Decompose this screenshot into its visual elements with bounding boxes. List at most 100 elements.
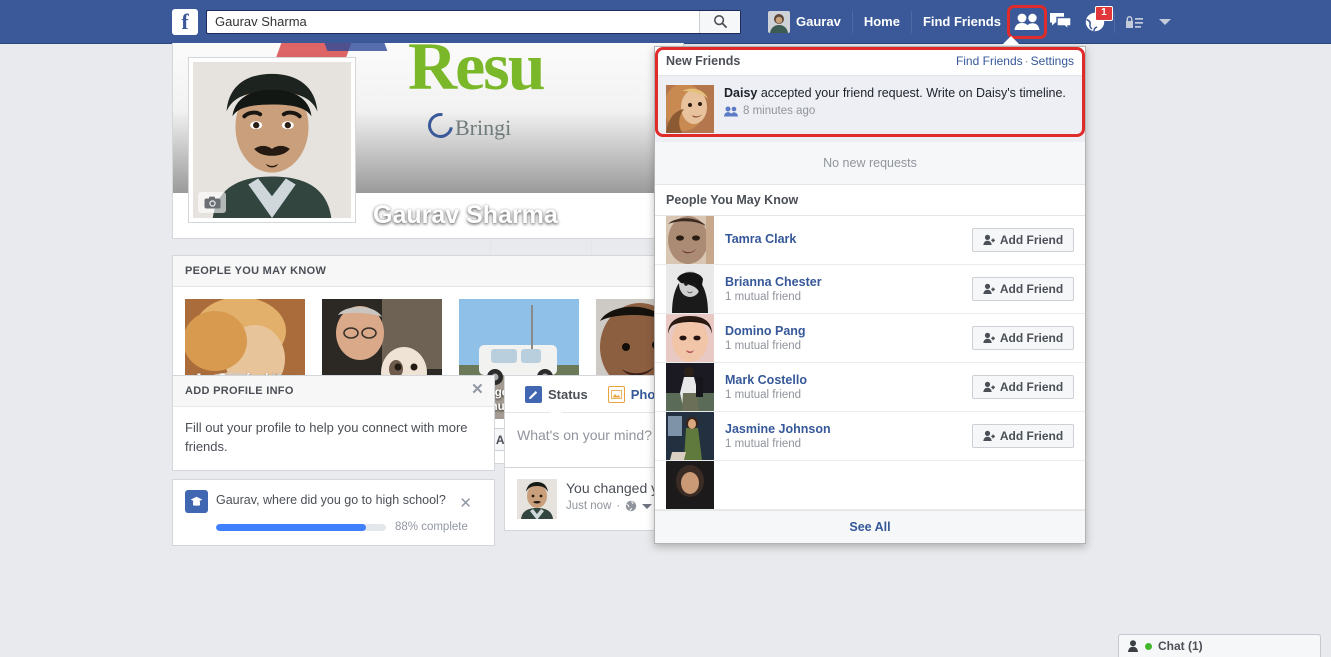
person-name[interactable]: Tamra Clark xyxy=(725,232,972,246)
chat-label: Chat (1) xyxy=(1158,639,1203,653)
nav-divider xyxy=(1113,10,1115,33)
cover-tagline: Bringi xyxy=(455,115,512,140)
add-profile-info-header: ADD PROFILE INFO ✕ xyxy=(173,376,494,407)
list-item[interactable] xyxy=(655,461,1085,510)
change-profile-picture-button[interactable] xyxy=(198,192,226,213)
notification-actor: Daisy xyxy=(724,86,758,100)
add-profile-info-body: Fill out your profile to help you connec… xyxy=(185,420,468,454)
person-name[interactable]: Jasmine Johnson xyxy=(725,422,972,436)
messages-button[interactable] xyxy=(1044,8,1078,36)
online-status-dot xyxy=(1145,642,1152,650)
dropdown-title: New Friends xyxy=(666,54,741,68)
friend-requests-dropdown: New Friends Find Friends · Settings Daisy … xyxy=(654,46,1086,544)
nav-divider xyxy=(910,10,912,33)
add-friend-icon xyxy=(983,332,995,343)
privacy-shortcuts-button[interactable] xyxy=(1117,8,1151,36)
add-friend-button[interactable]: Add Friend xyxy=(972,326,1074,350)
person-mutual-friends: 1 mutual friend xyxy=(725,340,802,352)
cover-logo-text: Resu xyxy=(408,43,546,104)
privacy-lock-icon xyxy=(1125,15,1143,28)
dropdown-header: New Friends Find Friends · Settings xyxy=(655,47,1085,76)
progress-label: 88% complete xyxy=(395,521,468,533)
people-you-may-know-header: PEOPLE YOU MAY KNOW xyxy=(173,256,683,287)
friend-requests-button[interactable] xyxy=(1006,4,1047,39)
add-friend-icon xyxy=(983,381,995,392)
photo-icon xyxy=(607,385,625,403)
see-all-link[interactable]: See All xyxy=(655,510,1085,543)
person-name[interactable]: Brianna Chester xyxy=(725,275,972,289)
avatar xyxy=(666,314,714,362)
add-friend-label: Add Friend xyxy=(999,429,1064,443)
avatar xyxy=(666,265,714,313)
dropdown-section-title: People You May Know xyxy=(655,185,1085,216)
camera-icon xyxy=(204,196,220,209)
search-button[interactable] xyxy=(699,10,740,33)
notifications-badge: 1 xyxy=(1094,5,1113,21)
person-name[interactable]: Mark Costello xyxy=(725,373,972,387)
person-mutual-friends: 1 mutual friend xyxy=(725,389,802,401)
add-friend-button[interactable]: Add Friend xyxy=(972,424,1074,448)
globe-icon[interactable] xyxy=(625,500,637,512)
link-separator: · xyxy=(1024,54,1029,68)
avatar xyxy=(666,216,714,264)
profile-question-text: Gaurav, where did you go to high school? xyxy=(216,493,446,507)
search-icon xyxy=(713,14,727,29)
add-friend-icon xyxy=(983,430,995,441)
notification-time: 8 minutes ago xyxy=(743,105,816,117)
post-privacy-chevron-down-icon[interactable] xyxy=(642,503,653,509)
friends-icon xyxy=(724,106,738,116)
list-item[interactable]: Tamra Clark Add Friend xyxy=(655,216,1085,265)
list-item[interactable]: Brianna Chester 1 mutual friend Add Frie… xyxy=(655,265,1085,314)
list-item[interactable]: Mark Costello 1 mutual friend Add Friend xyxy=(655,363,1085,412)
dropdown-find-friends-link[interactable]: Find Friends xyxy=(956,54,1023,68)
list-item[interactable]: Jasmine Johnson 1 mutual friend Add Frie… xyxy=(655,412,1085,461)
pencil-icon xyxy=(525,385,542,403)
post-meta-separator: · xyxy=(616,500,621,512)
notification-body: accepted your friend request. Write on D… xyxy=(757,86,1066,100)
dropdown-people-list: Tamra Clark Add Friend Brianna Chester 1… xyxy=(655,216,1085,510)
dropdown-settings-link[interactable]: Settings xyxy=(1031,54,1074,68)
search-bar[interactable] xyxy=(206,9,741,34)
person-icon xyxy=(1128,640,1138,652)
search-input[interactable] xyxy=(207,10,699,33)
nav-home-link[interactable]: Home xyxy=(855,8,909,36)
cover-decoration xyxy=(318,43,388,51)
person-name[interactable]: Domino Pang xyxy=(725,324,972,338)
new-friend-notification[interactable]: Daisy accepted your friend request. Writ… xyxy=(655,76,1085,142)
dropdown-header-links: Find Friends · Settings xyxy=(956,54,1074,68)
nav-divider xyxy=(851,10,853,33)
avatar xyxy=(768,10,790,33)
account-menu-chevron-down-icon[interactable] xyxy=(1158,18,1171,25)
post-time[interactable]: Just now xyxy=(566,500,611,512)
add-friend-label: Add Friend xyxy=(999,380,1064,394)
top-navigation-bar: f Gaurav Sharma Gaurav Home Find Friends… xyxy=(0,0,1331,44)
composer-tab-status[interactable]: Status xyxy=(515,376,598,413)
add-friend-button[interactable]: Add Friend xyxy=(972,277,1074,301)
avatar xyxy=(666,461,714,509)
notifications-button[interactable]: 1 xyxy=(1078,5,1113,36)
profile-question-card: Gaurav, where did you go to high school?… xyxy=(172,479,495,546)
profile-picture[interactable] xyxy=(188,57,356,223)
add-friend-label: Add Friend xyxy=(999,233,1064,247)
notification-text: Daisy accepted your friend request. Writ… xyxy=(724,85,1066,102)
chat-bar[interactable]: Chat (1) xyxy=(1118,634,1321,657)
composer-tab-status-label: Status xyxy=(548,386,588,402)
add-friend-icon xyxy=(983,283,995,294)
add-friend-icon xyxy=(983,234,995,245)
post-author-avatar[interactable] xyxy=(517,479,557,519)
nav-find-friends-link[interactable]: Find Friends xyxy=(914,8,1010,36)
add-friend-label: Add Friend xyxy=(999,282,1064,296)
add-profile-info-title: ADD PROFILE INFO xyxy=(185,385,294,397)
messages-icon xyxy=(1050,13,1073,31)
add-friend-button[interactable]: Add Friend xyxy=(972,375,1074,399)
add-friend-button[interactable]: Add Friend xyxy=(972,228,1074,252)
list-item[interactable]: Domino Pang 1 mutual friend Add Friend xyxy=(655,314,1085,363)
profile-completion-progress: 88% complete xyxy=(216,521,482,533)
facebook-logo-icon[interactable]: f xyxy=(172,8,198,35)
page-title: Gaurav Sharma xyxy=(373,201,558,229)
close-icon[interactable]: ✕ xyxy=(471,382,484,397)
close-icon[interactable]: ✕ xyxy=(459,496,472,511)
notification-meta: 8 minutes ago xyxy=(724,105,1066,117)
nav-profile-link[interactable]: Gaurav xyxy=(759,8,850,36)
avatar xyxy=(666,412,714,460)
